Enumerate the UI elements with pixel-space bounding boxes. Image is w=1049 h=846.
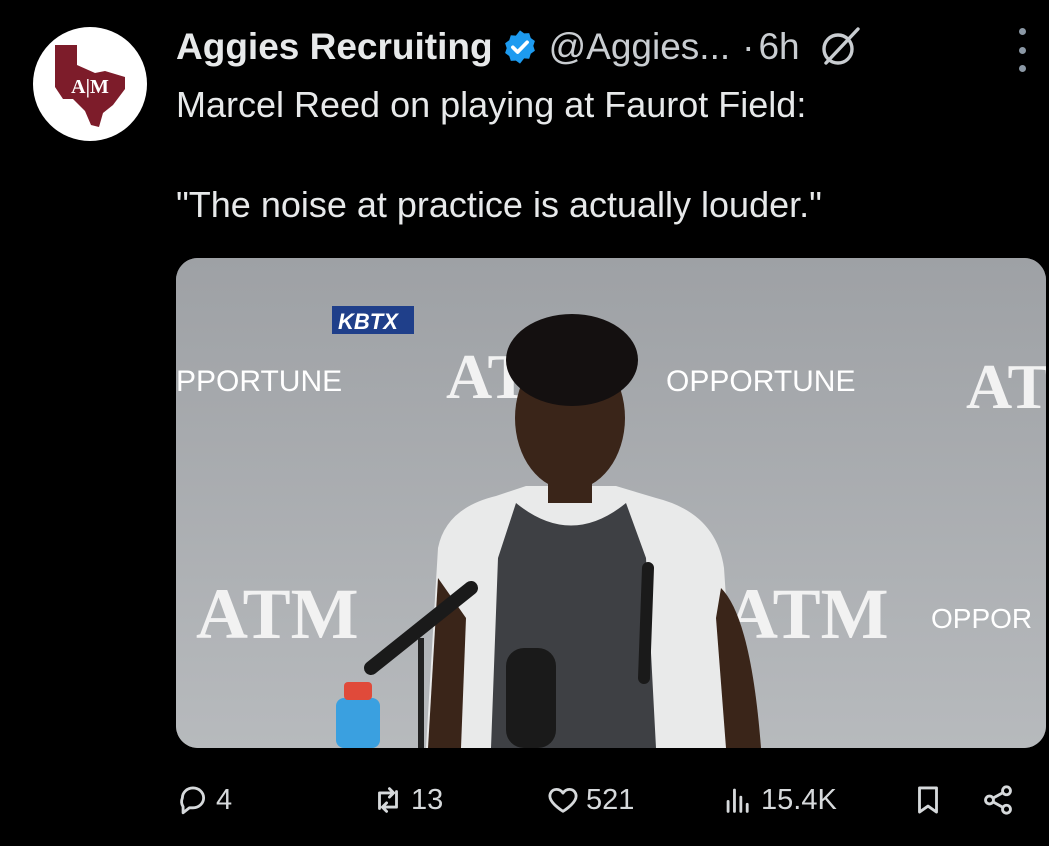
grok-icon[interactable] [818,25,862,69]
backdrop-text: OPPOR [931,603,1032,634]
atm-logo: ATM [726,574,889,654]
repost-button[interactable]: 13 [371,770,443,830]
atm-logo: ATM [196,574,359,654]
share-icon [984,785,1012,815]
verified-badge-icon [501,28,539,66]
account-avatar[interactable]: A|M [33,27,147,141]
more-options-icon[interactable] [1010,28,1034,72]
backdrop-text: OPPORTUNE [666,365,855,398]
tweet-text: Marcel Reed on playing at Faurot Field: … [176,80,1026,230]
like-button[interactable]: 521 [546,770,634,830]
reply-icon [180,786,205,815]
bookmark-icon [918,786,938,814]
tweet-time[interactable]: 6h [758,26,799,68]
repost-count: 13 [411,784,444,816]
reply-count: 4 [216,784,233,816]
share-button[interactable] [981,770,1021,830]
atm-logo: ATM [966,351,1046,422]
tweet-line-1: Marcel Reed on playing at Faurot Field: [176,84,807,125]
account-name[interactable]: Aggies Recruiting [176,26,493,68]
views-button[interactable]: 15.4K [721,770,837,830]
reply-button[interactable]: 4 [176,770,232,830]
tweet-header: Aggies Recruiting @Aggies... · 6h [176,22,862,72]
heart-icon [548,787,578,813]
views-count: 15.4K [761,784,837,816]
time-separator: · [742,26,755,67]
tweet-media-image[interactable]: PPORTUNE OPPORTUNE OPPOR ATM ATM ATM ATM… [176,258,1046,748]
kbtx-watermark: KBTX [338,309,399,334]
backdrop-text: PPORTUNE [176,365,342,398]
tweet-line-2: "The noise at practice is actually loude… [176,184,822,225]
tweet-actions: 4 13 521 15.4K [176,770,1036,830]
account-handle[interactable]: @Aggies... [549,26,731,68]
like-count: 521 [586,784,635,816]
views-icon [726,788,749,813]
bookmark-button[interactable] [911,770,951,830]
svg-text:A|M: A|M [71,76,109,98]
repost-icon [378,787,398,813]
